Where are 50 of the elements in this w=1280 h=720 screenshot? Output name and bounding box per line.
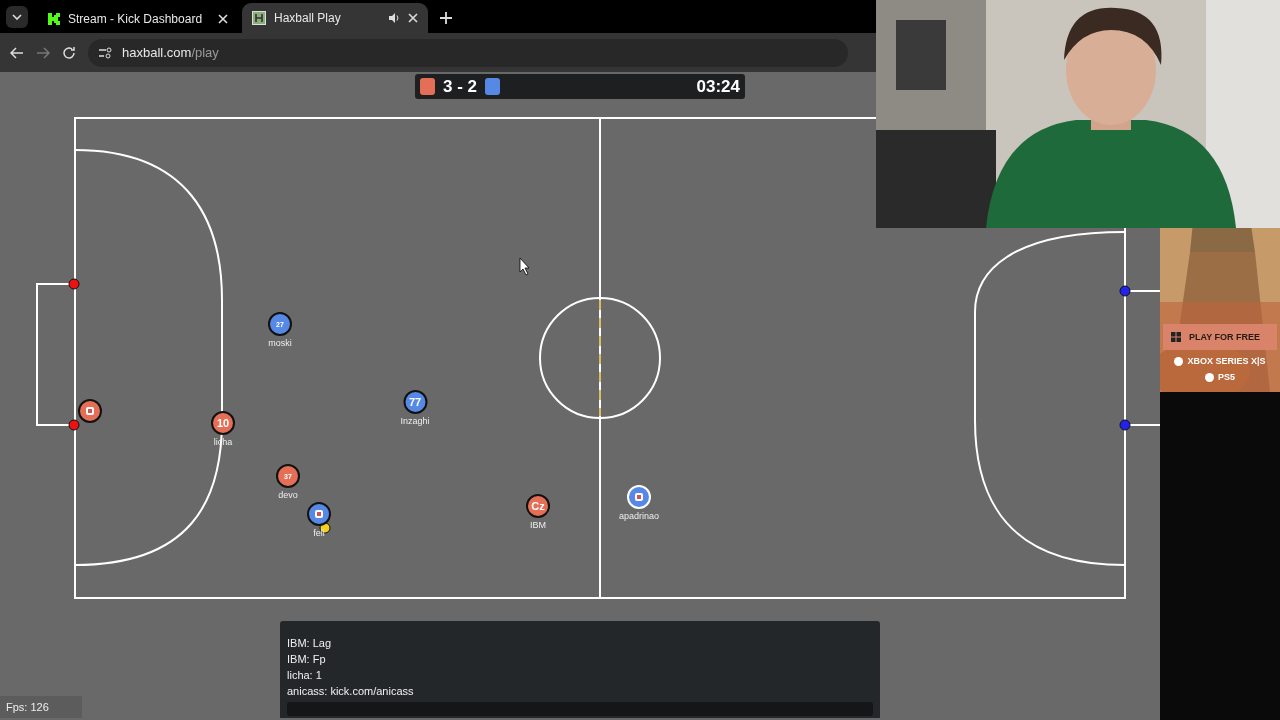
platform-label: XBOX SERIES X|S — [1187, 356, 1266, 366]
player-name: moski — [268, 338, 292, 348]
playstation-icon — [1205, 372, 1214, 382]
browser-tab[interactable]: Stream - Kick Dashboard — [38, 5, 238, 33]
player-disc: Cz — [526, 494, 550, 518]
forward-icon[interactable] — [36, 46, 50, 59]
platform-label: PS5 — [1218, 372, 1235, 382]
chevron-down-icon — [12, 14, 22, 20]
haxball-logo-icon — [252, 11, 266, 25]
play-for-free-button[interactable]: PLAY FOR FREE — [1163, 324, 1277, 350]
team-swatch-icon — [485, 78, 501, 95]
windows-icon — [1171, 332, 1181, 342]
player-name: feli — [313, 528, 325, 538]
player-name: Inzaghi — [400, 416, 430, 426]
chat-message: IBM: Lag — [287, 636, 333, 651]
chat-message: IBM: Fp — [287, 652, 327, 667]
browser-tab[interactable]: Haxball Play — [242, 3, 428, 33]
tab-title: Haxball Play — [274, 11, 342, 25]
chat-message: anicass: kick.com/anicass — [287, 684, 415, 699]
kick-logo-icon — [48, 13, 60, 25]
avatar-icon — [85, 406, 95, 416]
goal-post — [68, 278, 80, 290]
avatar-icon — [634, 492, 644, 502]
score-text: 3 - 2 — [443, 76, 478, 97]
player-disc: 77 — [403, 390, 427, 414]
avatar-icon — [314, 509, 324, 519]
goal-post — [68, 419, 80, 431]
player-name: IBM — [530, 520, 546, 530]
back-icon[interactable] — [10, 46, 24, 59]
reload-icon[interactable] — [62, 45, 76, 60]
xbox-icon — [1174, 356, 1184, 366]
goal-post — [1119, 419, 1131, 431]
close-icon[interactable] — [408, 13, 418, 23]
url-text: haxball.com/play — [122, 45, 219, 60]
address-field[interactable]: haxball.com/play — [88, 38, 848, 67]
site-settings-icon — [98, 46, 112, 59]
player-disc: 10 — [211, 411, 235, 435]
goal-post — [1119, 285, 1131, 297]
team-swatch-icon — [420, 78, 435, 95]
chat-message: licha: 1 — [287, 668, 323, 683]
mouse-cursor-icon — [519, 257, 530, 276]
player-name: devo — [278, 490, 298, 500]
tab-title: Stream - Kick Dashboard — [68, 12, 204, 26]
close-icon[interactable] — [218, 14, 228, 24]
match-clock: 03:24 — [696, 76, 740, 97]
player-name: apadrinao — [619, 511, 659, 521]
new-tab-icon[interactable] — [440, 12, 452, 24]
tab-list-button[interactable] — [6, 6, 28, 28]
speaker-icon[interactable] — [388, 12, 400, 24]
fps-counter: Fps: 126 — [0, 696, 82, 718]
